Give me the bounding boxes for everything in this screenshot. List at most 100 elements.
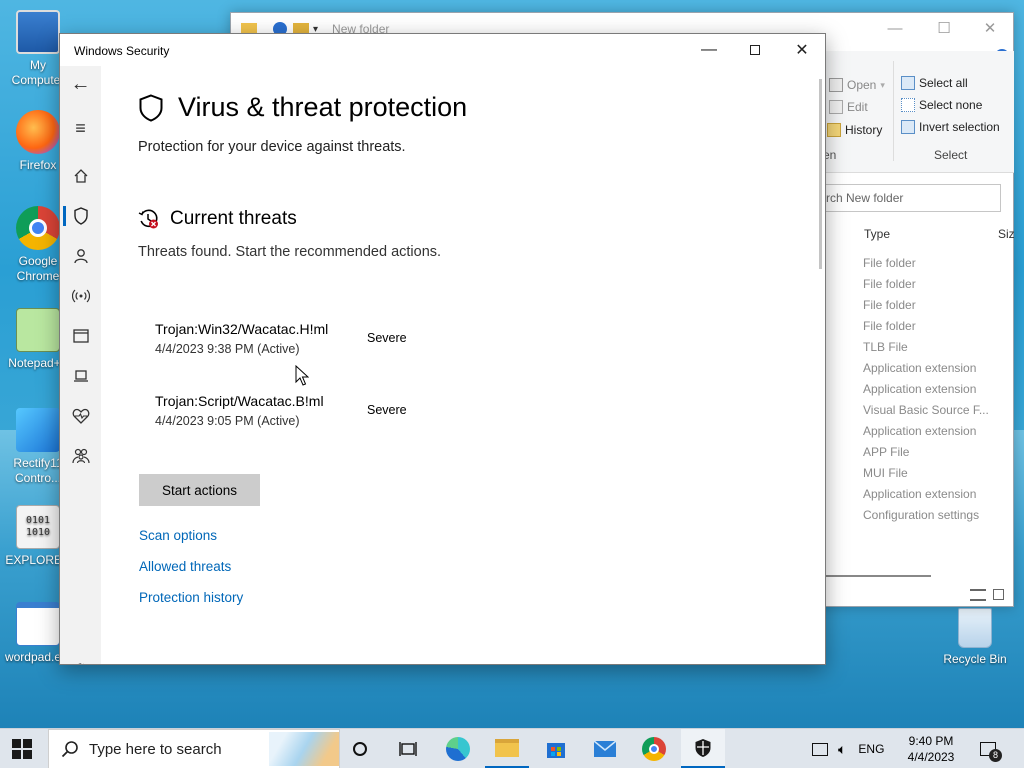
taskbar-clock[interactable]: 9:40 PM 4/4/2023 — [900, 733, 962, 765]
list-item[interactable]: File folder — [863, 295, 989, 316]
horizontal-scrollbar[interactable] — [821, 575, 931, 577]
list-item[interactable]: Application extension — [863, 358, 989, 379]
explorer-minimize-button[interactable]: — — [872, 13, 918, 43]
list-item[interactable]: APP File — [863, 442, 989, 463]
wireless-antenna-icon — [71, 289, 90, 303]
ribbon-history-button[interactable]: History — [827, 123, 882, 137]
notification-center-button[interactable]: 8 — [968, 729, 1008, 768]
list-item[interactable]: Configuration settings — [863, 505, 989, 526]
page-subtitle: Protection for your device against threa… — [138, 139, 406, 155]
search-placeholder: rch New folder — [826, 191, 904, 205]
select-all-icon — [901, 76, 915, 90]
gear-icon — [77, 663, 84, 664]
ribbon-history-label: History — [845, 123, 883, 137]
nav-account-protection[interactable] — [60, 238, 101, 274]
taskbar-search-placeholder: Type here to search — [89, 740, 222, 758]
ribbon-select-group-label: Select — [934, 148, 968, 162]
taskbar-windows-security[interactable] — [681, 729, 725, 768]
list-item[interactable]: File folder — [863, 253, 989, 274]
list-item[interactable]: Application extension — [863, 484, 989, 505]
page-title: Virus & threat protection — [138, 92, 467, 123]
list-item[interactable]: Application extension — [863, 379, 989, 400]
taskbar-store[interactable] — [534, 729, 578, 768]
windows-security-window[interactable]: Windows Security — ✕ ← ≡ Virus & threat … — [59, 33, 826, 665]
meet-now-icon[interactable] — [812, 742, 828, 756]
list-item[interactable]: Visual Basic Source F... — [863, 400, 989, 421]
window-title: Windows Security — [74, 44, 170, 58]
ribbon-edit-label: Edit — [847, 100, 868, 114]
details-view-icon[interactable] — [970, 589, 986, 601]
chrome-icon — [642, 737, 666, 761]
nav-device-performance-health[interactable] — [60, 398, 101, 434]
close-button[interactable]: ✕ — [779, 34, 825, 66]
mail-icon — [593, 740, 617, 757]
edit-icon — [829, 100, 843, 114]
open-icon — [829, 78, 843, 92]
taskbar-mail[interactable] — [583, 729, 627, 768]
nav-app-browser-control[interactable] — [60, 318, 101, 354]
list-item[interactable]: File folder — [863, 316, 989, 337]
search-icon — [61, 741, 78, 758]
hamburger-menu-button[interactable]: ≡ — [60, 110, 101, 146]
list-item[interactable]: Application extension — [863, 421, 989, 442]
maximize-button[interactable] — [732, 34, 778, 66]
taskbar-chrome[interactable] — [632, 729, 676, 768]
explorer-search-input[interactable]: rch New folder — [821, 184, 1001, 212]
taskbar-file-explorer[interactable] — [485, 729, 529, 768]
page-title-text: Virus & threat protection — [178, 92, 468, 122]
list-item[interactable]: File folder — [863, 274, 989, 295]
explorer-close-button[interactable]: ✕ — [967, 13, 1013, 43]
chrome-icon — [16, 206, 60, 250]
content-scrollbar[interactable] — [819, 79, 822, 269]
protection-history-link[interactable]: Protection history — [139, 590, 243, 605]
nav-device-security[interactable] — [60, 358, 101, 394]
threat-name: Trojan:Script/Wacatac.B!ml — [155, 393, 324, 409]
column-header-type[interactable]: Type — [864, 227, 890, 241]
cortana-icon — [353, 742, 367, 756]
edge-icon — [446, 737, 470, 761]
threat-item[interactable]: Trojan:Script/Wacatac.B!ml 4/4/2023 9:05… — [155, 393, 324, 428]
allowed-threats-link[interactable]: Allowed threats — [139, 559, 231, 574]
ribbon-open-label: Open — [847, 78, 877, 92]
nav-home[interactable] — [60, 158, 101, 194]
minimize-button[interactable]: — — [686, 34, 732, 66]
nav-family-options[interactable] — [60, 438, 101, 474]
task-view-button[interactable] — [386, 729, 430, 768]
threat-item[interactable]: Trojan:Win32/Wacatac.H!ml 4/4/2023 9:38 … — [155, 321, 328, 356]
nav-virus-threat-protection[interactable] — [60, 198, 101, 234]
nav-firewall-network[interactable] — [60, 278, 101, 314]
notepad-icon — [16, 308, 60, 352]
select-none-icon — [901, 98, 915, 112]
start-button[interactable] — [0, 729, 44, 768]
threat-name: Trojan:Win32/Wacatac.H!ml — [155, 321, 329, 337]
invert-selection-button[interactable]: Invert selection — [901, 120, 1000, 134]
desktop-icon-label: Firefox — [19, 158, 57, 172]
home-icon — [74, 169, 87, 183]
select-none-button[interactable]: Select none — [901, 98, 982, 112]
start-actions-button[interactable]: Start actions — [139, 474, 260, 506]
taskbar-edge[interactable] — [436, 729, 480, 768]
language-indicator[interactable]: ENG — [858, 742, 884, 756]
scan-options-link[interactable]: Scan options — [139, 528, 217, 543]
taskbar-search-box[interactable]: Type here to search — [48, 729, 340, 768]
ribbon-open-button[interactable]: Open ▾ — [829, 78, 885, 92]
monitor-icon — [16, 10, 60, 54]
chevron-down-icon: ▾ — [880, 79, 885, 90]
desktop-icon-recycle-bin[interactable]: Recycle Bin — [935, 608, 1015, 667]
list-item[interactable]: TLB File — [863, 337, 989, 358]
nav-settings[interactable] — [60, 652, 101, 664]
cortana-button[interactable] — [338, 729, 382, 768]
volume-icon[interactable]: 🔈︎ — [838, 741, 846, 758]
notification-icon: 8 — [980, 742, 1002, 762]
taskbar: Type here to search 🔈︎ ENG 9:40 PM 4/4/2… — [0, 728, 1024, 768]
back-button[interactable]: ← — [60, 66, 101, 102]
select-all-button[interactable]: Select all — [901, 76, 968, 90]
explorer-maximize-button[interactable]: ☐ — [921, 13, 967, 43]
folder-icon — [495, 738, 519, 757]
invert-selection-label: Invert selection — [919, 120, 1000, 134]
column-header-size[interactable]: Siz — [998, 227, 1015, 241]
list-item[interactable]: MUI File — [863, 463, 989, 484]
ribbon-edit-button[interactable]: Edit — [829, 100, 868, 114]
select-none-label: Select none — [919, 98, 983, 112]
large-icons-view-icon[interactable] — [993, 589, 1004, 600]
